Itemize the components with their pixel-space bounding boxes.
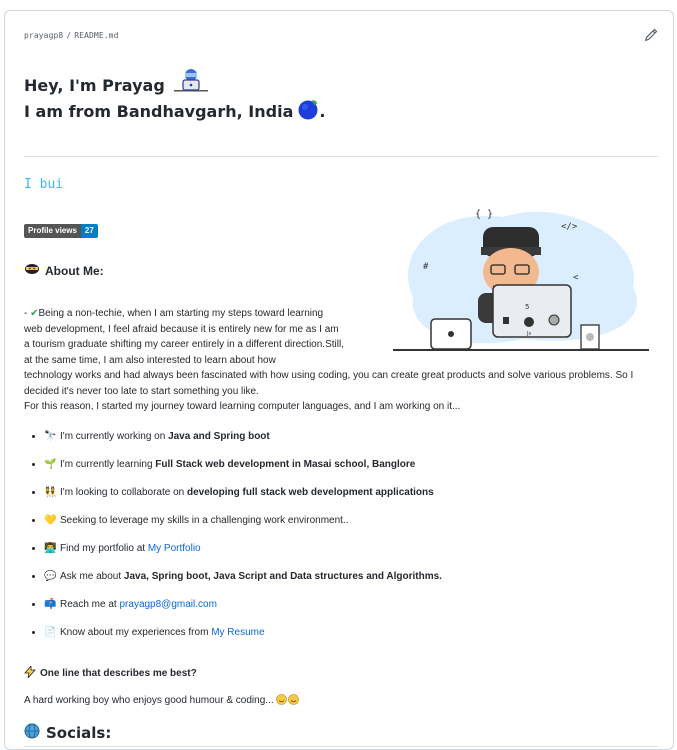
svg-text:<: <	[573, 273, 579, 283]
facts-list: 🔭I'm currently working on Java and Sprin…	[24, 429, 644, 653]
badge-label: Profile views	[24, 224, 81, 238]
heart-icon: 💛	[44, 515, 57, 526]
svg-text:#: #	[423, 262, 429, 272]
about-paragraph-last: For this reason, I started my journey to…	[24, 401, 461, 412]
mailbox-icon: 📫	[44, 599, 57, 610]
intro-line-2-suffix: .	[319, 102, 326, 121]
speech-bubble-icon: 💬	[44, 571, 57, 582]
resume-link[interactable]: My Resume	[211, 627, 264, 638]
svg-text:{ }: { }	[475, 209, 493, 220]
breadcrumb: prayagp8/README.md	[24, 31, 119, 40]
about-paragraph-wrapped: - ✔Being a non-techie, when I am startin…	[24, 306, 344, 368]
document-icon: 📄	[44, 627, 57, 638]
section-divider	[24, 156, 658, 157]
one-line-text: A hard working boy who enjoys good humou…	[24, 694, 300, 708]
list-item: 💛Seeking to leverage my skills in a chal…	[44, 513, 644, 541]
seedling-icon: 🌱	[44, 459, 57, 470]
intro-line-1: Hey, I'm Prayag	[24, 76, 165, 95]
portfolio-link[interactable]: My Portfolio	[148, 543, 201, 554]
list-item: 💬Ask me about Java, Spring boot, Java Sc…	[44, 569, 644, 597]
portfolio-icon: 👨‍💻	[44, 543, 57, 554]
edit-pencil-icon[interactable]	[643, 27, 659, 43]
badge-count: 27	[80, 224, 98, 238]
intro-block: Hey, I'm Prayag I am from Bandhavgarh, I…	[24, 67, 660, 125]
about-heading: About Me:	[24, 263, 104, 278]
one-line-heading: One line that describes me best?	[24, 664, 197, 681]
intro-line-2-row: I am from Bandhavgarh, India .	[24, 98, 660, 125]
socials-heading-text: Socials:	[46, 724, 112, 742]
readme-card: prayagp8/README.md Hey, I'm Prayag I am …	[4, 10, 674, 750]
socials-divider	[24, 746, 658, 747]
intro-line-2: I am from Bandhavgarh, India	[24, 102, 294, 121]
socials-heading: Socials:	[24, 723, 111, 743]
profile-views-badge: Profile views 27	[24, 224, 98, 238]
ninja-icon	[24, 263, 40, 278]
typing-svg-text: I bui	[24, 177, 64, 192]
hacker-icon	[174, 67, 209, 98]
list-item: 📫Reach me at prayagp8@gmail.com	[44, 597, 644, 625]
about-paragraph: - ✔Being a non-techie, when I am startin…	[24, 306, 644, 415]
lightning-icon	[24, 664, 36, 681]
list-item: 🌱I'm currently learning Full Stack web d…	[44, 457, 644, 485]
list-item: 🔭I'm currently working on Java and Sprin…	[44, 429, 644, 457]
svg-text:</>: </>	[561, 222, 578, 232]
breadcrumb-user[interactable]: prayagp8	[24, 31, 63, 40]
list-item: 👯I'm looking to collaborate on developin…	[44, 485, 644, 513]
breadcrumb-separator: /	[66, 31, 72, 40]
smile-icon	[276, 694, 300, 708]
about-paragraph-text: Being a non-techie, when I am starting m…	[24, 308, 344, 366]
about-paragraph-rest: technology works and had always been fas…	[24, 370, 634, 397]
about-heading-text: About Me:	[45, 263, 104, 278]
one-line-heading-text: One line that describes me best?	[40, 668, 197, 679]
breadcrumb-file[interactable]: README.md	[74, 31, 118, 40]
telescope-icon: 🔭	[44, 431, 57, 442]
list-item: 📄Know about my experiences from My Resum…	[44, 625, 644, 653]
intro-heading: Hey, I'm Prayag I am from Bandhavgarh, I…	[24, 67, 660, 125]
check-icon: ✔	[30, 308, 39, 319]
people-icon: 👯	[44, 487, 57, 498]
globe-icon	[297, 98, 319, 125]
list-item: 👨‍💻Find my portfolio at My Portfolio	[44, 541, 644, 569]
email-link[interactable]: prayagp8@gmail.com	[119, 599, 216, 610]
globe-network-icon	[24, 723, 40, 743]
